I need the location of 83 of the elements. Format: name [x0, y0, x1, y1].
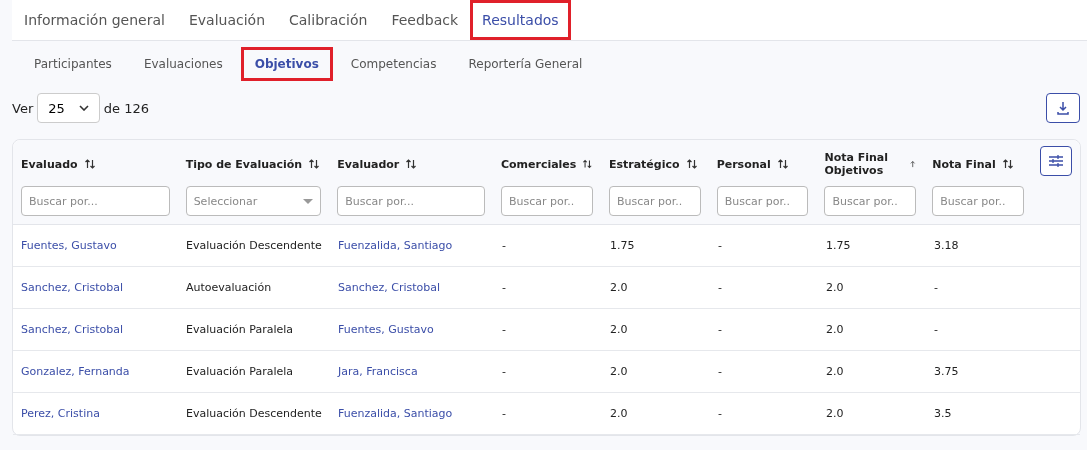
filter-input[interactable]: Buscar por..: [608, 186, 701, 216]
person-link[interactable]: Gonzalez, Fernanda: [21, 363, 130, 380]
filter-input[interactable]: Buscar por...: [21, 186, 170, 216]
download-icon: [1056, 101, 1070, 115]
person-link[interactable]: Fuentes, Gustavo: [21, 237, 117, 254]
table-cell-text: -: [502, 322, 506, 338]
page-size-select[interactable]: 25: [37, 93, 100, 123]
table-cell-text: -: [718, 238, 722, 254]
table-cell-text: -: [934, 280, 938, 296]
subtab[interactable]: Reportería General: [454, 47, 597, 81]
column-header[interactable]: Evaluado: [21, 157, 78, 171]
sort-icon[interactable]: [308, 158, 321, 170]
subtab[interactable]: Evaluaciones: [129, 47, 237, 81]
table-cell-text: 3.75: [934, 364, 959, 380]
subtab[interactable]: Participantes: [20, 47, 126, 81]
sort-icon[interactable]: [685, 158, 698, 170]
table-cell-text: -: [718, 364, 722, 380]
sort-icon[interactable]: [776, 158, 789, 170]
table-cell-text: 2.0: [610, 280, 628, 296]
table-cell-text: 2.0: [826, 364, 844, 380]
filter-input[interactable]: Buscar por..: [824, 186, 917, 216]
table-cell-text: 1.75: [826, 238, 851, 254]
table-cell-text: -: [718, 322, 722, 338]
chevron-down-icon: [78, 105, 89, 111]
table-cell-text: -: [718, 280, 722, 296]
sort-icon[interactable]: [582, 158, 593, 170]
table-cell-text: Evaluación Descendente: [186, 238, 322, 254]
table-cell-text: Autoevaluación: [186, 280, 272, 296]
tab[interactable]: Feedback: [379, 0, 471, 40]
table-cell-text: -: [502, 280, 506, 296]
column-header[interactable]: Estratégico: [608, 157, 680, 171]
table-cell-text: 2.0: [610, 322, 628, 338]
table-cell-text: Evaluación Paralela: [186, 322, 294, 338]
person-link[interactable]: Fuenzalida, Santiago: [338, 237, 453, 254]
table-cell-text: Evaluación Paralela: [186, 364, 294, 380]
person-link[interactable]: Fuenzalida, Santiago: [338, 405, 453, 422]
sliders-icon: [1047, 154, 1064, 168]
subtab[interactable]: Competencias: [336, 47, 451, 81]
filter-input[interactable]: Buscar por..: [932, 186, 1024, 216]
table-cell-text: -: [502, 406, 506, 422]
tab[interactable]: Calibración: [277, 0, 380, 40]
sort-icon[interactable]: [83, 158, 96, 170]
table-cell-text: 2.0: [610, 406, 628, 422]
download-button[interactable]: [1046, 93, 1080, 123]
column-header[interactable]: Personal: [716, 157, 771, 171]
column-header[interactable]: Nota Final Objetivos: [824, 151, 903, 177]
table-cell-text: -: [934, 322, 938, 338]
filter-input[interactable]: Buscar por..: [500, 186, 593, 216]
table-cell-text: 3.18: [934, 238, 959, 254]
column-header[interactable]: Nota Final: [932, 157, 996, 171]
sort-icon[interactable]: [405, 158, 418, 170]
pager-label: Ver: [12, 100, 34, 116]
subtab[interactable]: Objetivos: [240, 47, 333, 81]
table-cell-text: Evaluación Descendente: [186, 406, 322, 422]
table-cell-text: 1.75: [610, 238, 635, 254]
table-cell-text: 2.0: [610, 364, 628, 380]
person-link[interactable]: Fuentes, Gustavo: [338, 321, 434, 338]
person-link[interactable]: Sanchez, Cristobal: [21, 279, 124, 296]
table-cell-text: 2.0: [826, 280, 844, 296]
filter-input[interactable]: Buscar por...: [337, 186, 485, 216]
tab[interactable]: Resultados: [470, 0, 571, 40]
tab[interactable]: Información general: [12, 0, 177, 40]
sort-ascending-icon[interactable]: [908, 158, 917, 170]
table-cell-text: -: [718, 406, 722, 422]
dropdown-arrow-icon: [303, 198, 314, 204]
table-cell-text: -: [502, 238, 506, 254]
column-header[interactable]: Comerciales: [500, 157, 577, 171]
settings-button[interactable]: [1039, 146, 1072, 176]
table-cell-text: -: [502, 364, 506, 380]
tab[interactable]: Evaluación: [176, 0, 277, 40]
table-cell-text: 2.0: [826, 322, 844, 338]
total-count: de 126: [103, 100, 149, 116]
filter-select[interactable]: Seleccionar: [185, 186, 322, 216]
filter-input[interactable]: Buscar por..: [716, 186, 809, 216]
person-link[interactable]: Jara, Francisca: [338, 363, 418, 380]
person-link[interactable]: Sanchez, Cristobal: [338, 279, 441, 296]
table-cell-text: 3.5: [934, 406, 952, 422]
column-header[interactable]: Tipo de Evaluación: [185, 157, 303, 171]
person-link[interactable]: Sanchez, Cristobal: [21, 321, 124, 338]
sort-icon[interactable]: [1001, 158, 1014, 170]
column-header[interactable]: Evaluador: [337, 157, 400, 171]
table-cell-text: 2.0: [826, 406, 844, 422]
person-link[interactable]: Perez, Cristina: [21, 405, 100, 422]
